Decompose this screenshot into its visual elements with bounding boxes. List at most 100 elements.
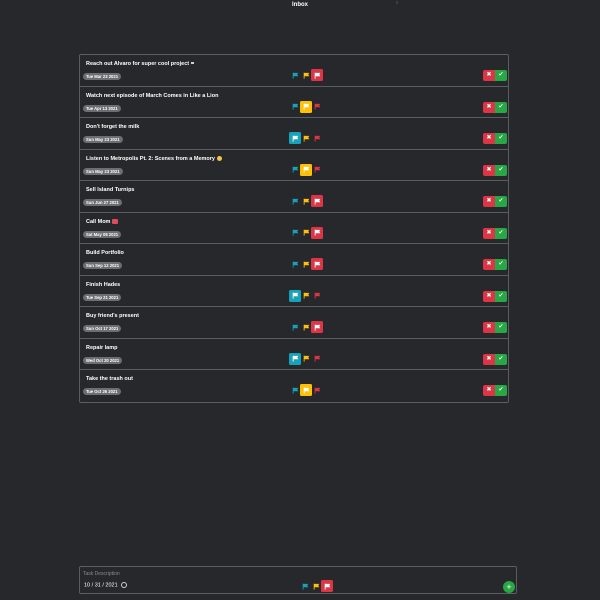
close-icon: ✖ — [486, 103, 492, 110]
task-priority-group — [289, 69, 323, 83]
task-item: Build Portfolio Sun Sep 12 2021 ✖ ✔ — [80, 244, 508, 276]
complete-task-button[interactable]: ✔ — [495, 133, 507, 144]
task-title: Repair lamp — [86, 345, 117, 351]
delete-task-button[interactable]: ✖ — [483, 133, 495, 144]
task-date-badge: Sun May 23 2021 — [83, 167, 123, 175]
priority-high-button[interactable] — [311, 258, 323, 270]
priority-high-button[interactable] — [311, 321, 323, 333]
priority-high-button[interactable] — [311, 132, 323, 144]
delete-task-button[interactable]: ✖ — [483, 259, 495, 270]
priority-high-button[interactable] — [311, 164, 323, 176]
task-date-badge: Tue Sep 21 2021 — [83, 293, 122, 301]
task-title-text: Take the trash out — [86, 376, 133, 382]
close-icon: ✖ — [486, 198, 492, 204]
flag-icon — [303, 166, 310, 173]
calendar-icon[interactable] — [121, 582, 128, 588]
new-task-date-picker[interactable]: 10 / 31 / 2021 — [84, 582, 128, 588]
task-title-text: Finish Hades — [86, 281, 121, 288]
flag-icon — [303, 355, 310, 362]
delete-task-button[interactable]: ✖ — [483, 385, 495, 396]
task-title: Buy friend's present — [86, 313, 139, 319]
complete-task-button[interactable]: ✔ — [495, 101, 507, 113]
flag-icon — [303, 324, 310, 331]
flag-icon — [303, 72, 310, 79]
flag-icon — [314, 324, 321, 331]
task-title: Sell Island Turnips — [86, 187, 135, 193]
task-description-input[interactable] — [83, 569, 383, 579]
check-icon: ✔ — [498, 135, 504, 141]
app-page: Inbox Reach out Alvaro for super cool pr… — [0, 0, 600, 600]
task-priority-group — [289, 258, 323, 272]
flag-icon — [292, 198, 299, 205]
check-icon: ✔ — [498, 198, 504, 204]
task-item: Buy friend's present Sun Oct 17 2021 ✖ ✔ — [80, 307, 508, 339]
task-actions: ✖ ✔ — [483, 196, 507, 207]
check-icon: ✔ — [498, 103, 504, 110]
task-actions: ✖ ✔ — [483, 164, 507, 176]
check-icon: ✔ — [498, 324, 504, 330]
check-icon: ✔ — [498, 166, 504, 173]
flag-icon — [303, 135, 310, 142]
task-title-text: Watch next episode of March Comes in Lik… — [86, 92, 219, 99]
task-title-text: Buy friend's present — [86, 313, 139, 319]
flag-icon — [313, 583, 320, 590]
complete-task-button[interactable]: ✔ — [495, 164, 507, 176]
delete-task-button[interactable]: ✖ — [483, 70, 495, 81]
priority-high-button[interactable] — [311, 353, 323, 365]
task-title-text: Reach out Alvaro for super cool project — [86, 61, 190, 67]
delete-task-button[interactable]: ✖ — [483, 101, 495, 113]
task-title: Watch next episode of March Comes in Lik… — [86, 93, 218, 99]
task-list: Reach out Alvaro for super cool project T… — [79, 54, 509, 403]
complete-task-button[interactable]: ✔ — [495, 70, 507, 81]
delete-task-button[interactable]: ✖ — [483, 227, 495, 239]
task-title-text: Call Mom — [86, 218, 111, 225]
priority-high-button[interactable] — [311, 101, 323, 113]
delete-task-button[interactable]: ✖ — [483, 164, 495, 176]
delete-task-button[interactable]: ✖ — [483, 196, 495, 207]
delete-task-button[interactable]: ✖ — [483, 322, 495, 333]
complete-task-button[interactable]: ✔ — [495, 290, 507, 302]
complete-task-button[interactable]: ✔ — [495, 322, 507, 333]
task-item: Listen to Metropolis Pt. 2: Scenes from … — [80, 150, 508, 181]
complete-task-button[interactable]: ✔ — [495, 196, 507, 207]
flag-icon — [292, 103, 299, 110]
flag-icon — [292, 261, 299, 268]
flag-icon — [314, 166, 321, 173]
complete-task-button[interactable]: ✔ — [495, 227, 507, 239]
task-date-badge: Sun May 23 2021 — [83, 136, 123, 143]
check-icon: ✔ — [498, 355, 504, 362]
priority-high-button[interactable] — [311, 290, 323, 302]
priority-high-button[interactable] — [311, 384, 323, 396]
delete-task-button[interactable]: ✖ — [483, 353, 495, 365]
task-date-badge: Sun Jun 27 2021 — [83, 199, 122, 206]
flag-icon — [292, 229, 299, 236]
complete-task-button[interactable]: ✔ — [495, 259, 507, 270]
task-date-badge: Tue Apr 13 2021 — [83, 104, 121, 112]
priority-high-button[interactable] — [311, 226, 323, 239]
flag-icon — [292, 166, 299, 173]
task-actions: ✖ ✔ — [483, 70, 507, 81]
task-item: Repair lamp Wed Oct 20 2021 ✖ ✔ — [80, 339, 508, 370]
task-item: Don't forget the milk Sun May 23 2021 ✖ ✔ — [80, 118, 508, 150]
close-icon: ✖ — [486, 261, 492, 267]
task-date-badge: Tue Mar 23 2021 — [83, 73, 122, 80]
flag-icon — [314, 135, 321, 142]
delete-task-button[interactable]: ✖ — [483, 290, 495, 302]
task-date-badge: Sun Sep 12 2021 — [83, 262, 123, 269]
check-icon: ✔ — [498, 292, 504, 299]
close-icon: ✖ — [486, 292, 492, 299]
new-task-priority-high-button[interactable] — [321, 580, 333, 592]
complete-task-button[interactable]: ✔ — [495, 385, 507, 396]
task-actions: ✖ ✔ — [483, 259, 507, 270]
flag-icon — [314, 72, 321, 79]
check-icon: ✔ — [498, 261, 504, 267]
priority-high-button[interactable] — [311, 195, 323, 207]
close-icon: ✖ — [486, 324, 492, 330]
task-priority-group — [289, 384, 323, 398]
add-task-button[interactable]: + — [503, 581, 515, 593]
flag-icon — [292, 355, 299, 362]
priority-high-button[interactable] — [311, 69, 323, 81]
flag-icon — [303, 261, 310, 268]
complete-task-button[interactable]: ✔ — [495, 353, 507, 365]
task-priority-group — [289, 132, 323, 146]
